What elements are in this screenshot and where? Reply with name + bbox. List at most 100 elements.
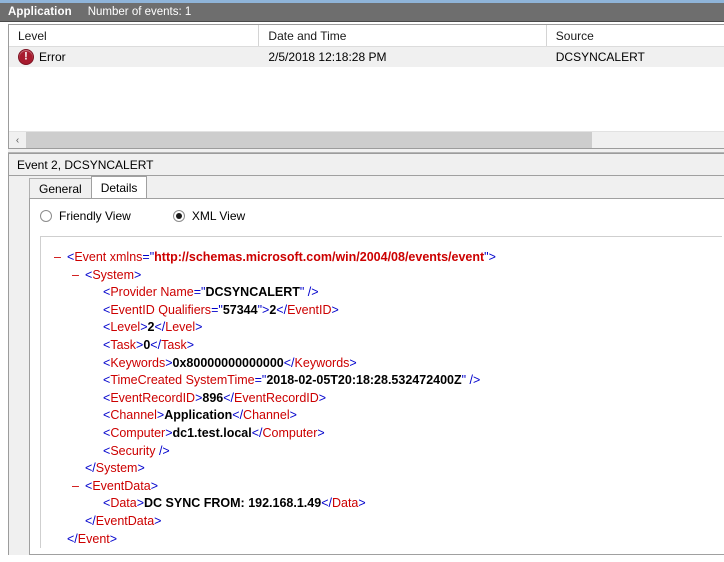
xml-token-valdk: 2018-02-05T20:18:28.532472400Z bbox=[266, 373, 462, 388]
xml-line: – <Event xmlns="http://schemas.microsoft.… bbox=[47, 249, 722, 267]
xml-token-punct: "> bbox=[257, 302, 270, 317]
xml-token-punct: > bbox=[165, 425, 173, 440]
xml-token-tag: TimeCreated bbox=[110, 373, 183, 388]
xml-token-punct: > bbox=[318, 390, 327, 405]
xml-token-punct: </ bbox=[223, 390, 235, 405]
scroll-left-arrow-icon[interactable]: ‹ bbox=[9, 132, 26, 148]
collapse-minus-icon[interactable]: – bbox=[47, 249, 67, 267]
xml-content-viewer[interactable]: – <Event xmlns="http://schemas.microsoft.… bbox=[40, 236, 722, 548]
event-detail-title: Event 2, DCSYNCALERT bbox=[9, 154, 724, 176]
xml-token-punct: > bbox=[137, 461, 145, 476]
column-header-source[interactable]: Source bbox=[547, 25, 724, 46]
xml-line: <Channel>Application</Channel> bbox=[47, 407, 722, 425]
xml-token-punct: " /> bbox=[461, 373, 481, 388]
xml-token-valdk: 57344 bbox=[222, 302, 258, 317]
xml-token-punct: > bbox=[331, 302, 339, 317]
xml-token-tag: Task bbox=[161, 337, 187, 352]
radio-dot-icon bbox=[175, 213, 182, 219]
xml-token-tag: Provider bbox=[110, 285, 157, 300]
xml-token-text: 896 bbox=[202, 390, 224, 405]
xml-line: <Data>DC SYNC FROM: 192.168.1.49</Data> bbox=[47, 495, 722, 513]
xml-gutter-spacer bbox=[47, 372, 103, 390]
xml-token-tag: Keywords bbox=[294, 355, 350, 370]
xml-token-tag: Channel bbox=[243, 408, 290, 423]
xml-gutter-spacer bbox=[47, 443, 103, 461]
view-mode-radio-group: Friendly View XML View bbox=[30, 199, 724, 233]
xml-gutter-spacer bbox=[47, 337, 103, 355]
error-icon: ! bbox=[18, 49, 34, 65]
events-list-horizontal-scrollbar[interactable]: ‹ bbox=[9, 131, 724, 148]
xml-gutter-spacer bbox=[47, 460, 85, 478]
scrollbar-track[interactable] bbox=[26, 132, 724, 148]
event-detail-pane: Event 2, DCSYNCALERT General Details Fri… bbox=[8, 153, 724, 555]
xml-token-punct: </ bbox=[150, 337, 162, 352]
xml-token-punct: " /> bbox=[299, 285, 319, 300]
xml-token-punct: /> bbox=[155, 443, 170, 458]
xml-token-punct: "> bbox=[484, 250, 496, 264]
details-tab-body: Friendly View XML View – <Event xmlns="ht… bbox=[29, 198, 724, 555]
xml-token-tag: Data bbox=[331, 496, 359, 511]
xml-token-tag: Event bbox=[77, 531, 110, 546]
xml-token-tag: Event bbox=[74, 250, 107, 264]
xml-token-tag: Level bbox=[165, 320, 196, 335]
xml-token-tag: Channel bbox=[110, 408, 157, 423]
xml-gutter-spacer bbox=[47, 302, 103, 320]
row-level-label: Error bbox=[39, 50, 66, 64]
xml-token-punct: > bbox=[134, 267, 142, 282]
channel-name-label: Application bbox=[8, 6, 72, 18]
events-list-column-header: Level Date and Time Source bbox=[9, 25, 724, 47]
xml-line: <Provider Name="DCSYNCALERT" /> bbox=[47, 284, 722, 302]
xml-token-tag: Task bbox=[110, 337, 137, 352]
xml-line: <Computer>dc1.test.local</Computer> bbox=[47, 425, 722, 443]
radio-xml-view[interactable]: XML View bbox=[172, 209, 246, 223]
xml-line: </EventData> bbox=[47, 513, 722, 531]
collapse-minus-icon[interactable]: – bbox=[47, 267, 85, 285]
xml-token-attr: xmlns bbox=[109, 250, 143, 264]
event-count-label: Number of events: 1 bbox=[87, 6, 192, 18]
xml-token-punct: > bbox=[150, 478, 158, 493]
xml-token-text: 0x80000000000000 bbox=[172, 355, 284, 370]
xml-token-punct: </ bbox=[67, 531, 78, 546]
xml-gutter-spacer bbox=[47, 390, 103, 408]
column-header-date-and-time[interactable]: Date and Time bbox=[259, 25, 547, 46]
xml-token-tag: System bbox=[95, 461, 138, 476]
xml-token-attr: Name bbox=[160, 285, 194, 300]
radio-button-icon[interactable] bbox=[172, 210, 185, 222]
collapse-minus-icon[interactable]: – bbox=[47, 478, 85, 496]
xml-token-punct: > bbox=[195, 320, 203, 335]
xml-gutter-spacer bbox=[47, 425, 103, 443]
xml-token-punct: =" bbox=[193, 285, 206, 300]
xml-token-punct: > bbox=[140, 320, 148, 335]
xml-line: <Task>0</Task> bbox=[47, 337, 722, 355]
scrollbar-thumb[interactable] bbox=[26, 132, 592, 148]
xml-token-punct: </ bbox=[251, 425, 263, 440]
xml-token-valdk: DCSYNCALERT bbox=[205, 285, 300, 300]
tab-details[interactable]: Details bbox=[90, 176, 148, 198]
xml-token-punct: > bbox=[136, 496, 145, 511]
xml-line: <EventRecordID>896</EventRecordID> bbox=[47, 390, 722, 408]
radio-friendly-view-label: Friendly View bbox=[59, 209, 131, 223]
xml-gutter-spacer bbox=[47, 513, 85, 531]
xml-token-punct: > bbox=[165, 355, 173, 370]
xml-token-punct: </ bbox=[154, 320, 166, 335]
xml-token-text: dc1.test.local bbox=[172, 425, 252, 440]
xml-token-tag: Security bbox=[110, 443, 156, 458]
xml-token-tag: System bbox=[92, 267, 134, 282]
xml-token-text: Application bbox=[164, 408, 233, 423]
xml-token-text: DC SYNC FROM: 192.168.1.49 bbox=[144, 496, 322, 511]
xml-gutter-spacer bbox=[47, 407, 103, 425]
row-cell-source: DCSYNCALERT bbox=[555, 50, 645, 64]
table-row[interactable]: ! Error 2/5/2018 12:18:28 PM DCSYNCALERT bbox=[9, 47, 724, 67]
radio-xml-view-label: XML View bbox=[191, 209, 246, 223]
tab-general[interactable]: General bbox=[29, 178, 92, 198]
xml-token-punct: </ bbox=[283, 355, 295, 370]
column-header-level[interactable]: Level bbox=[9, 25, 260, 46]
xml-gutter-spacer bbox=[47, 531, 67, 549]
xml-token-tag: Computer bbox=[110, 425, 166, 440]
xml-token-punct: </ bbox=[85, 461, 96, 476]
xml-token-tag: Keywords bbox=[110, 355, 166, 370]
xml-line: – <System> bbox=[47, 267, 722, 285]
radio-button-icon[interactable] bbox=[40, 210, 52, 222]
radio-friendly-view[interactable]: Friendly View bbox=[40, 209, 131, 223]
channel-header-bar: Application Number of events: 1 bbox=[0, 3, 724, 22]
